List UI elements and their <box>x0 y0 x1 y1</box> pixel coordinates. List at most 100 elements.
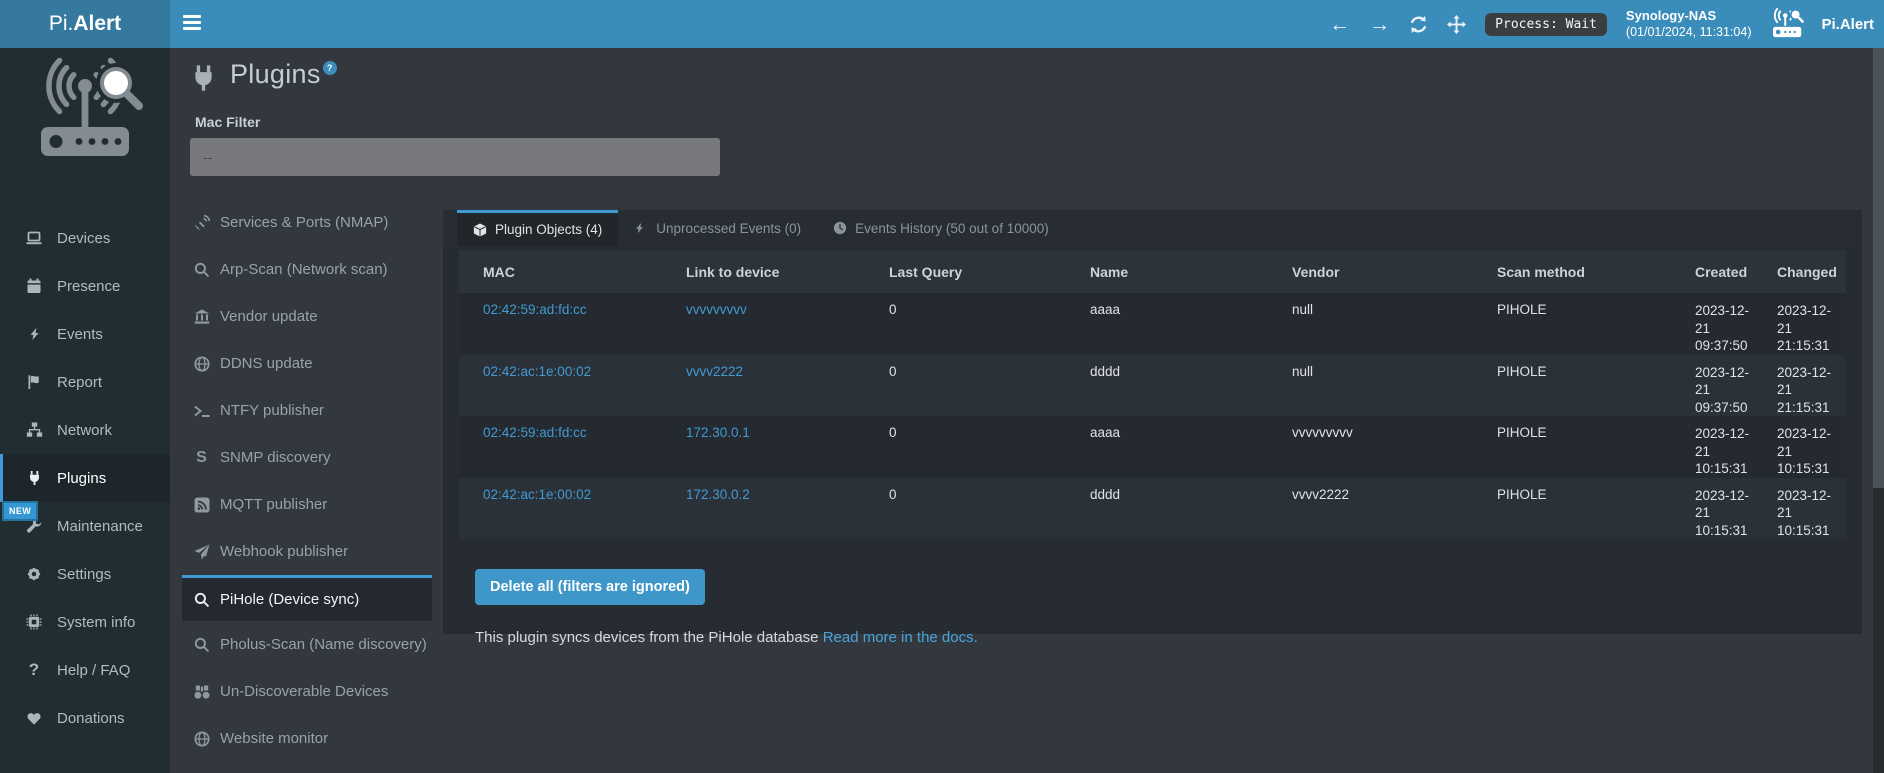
tab-plugin-objects[interactable]: Plugin Objects (4) <box>457 210 618 246</box>
delete-all-button[interactable]: Delete all (filters are ignored) <box>475 569 705 605</box>
help-badge[interactable]: ? <box>323 61 337 75</box>
plugin-objects-table: MAC Link to device Last Query Name Vendo… <box>459 250 1846 539</box>
plugin-nav-label: Vendor update <box>220 308 318 325</box>
host-datetime: (01/01/2024, 11:31:04) <box>1626 24 1752 40</box>
device-link[interactable]: vvvv2222 <box>686 364 743 379</box>
vendor-cell: null <box>1280 355 1485 417</box>
col-header-created: Created <box>1683 250 1765 293</box>
vendor-cell: vvvvvvvvv <box>1280 416 1485 478</box>
sidebar-item-report[interactable]: Report <box>0 358 170 406</box>
col-header-changed: Changed <box>1765 250 1846 293</box>
plugin-nav-item-nmap[interactable]: Services & Ports (NMAP) <box>182 199 432 246</box>
mac-link[interactable]: 02:42:59:ad:fd:cc <box>483 302 587 317</box>
plugin-nav-item-snmp[interactable]: S SNMP discovery <box>182 434 432 481</box>
refresh-icon[interactable] <box>1409 15 1428 34</box>
process-status-badge: Process: Wait <box>1485 13 1607 36</box>
plugin-nav-label: MQTT publisher <box>220 496 327 513</box>
paper-plane-icon <box>192 543 211 560</box>
plugin-nav-item-pholus[interactable]: Pholus-Scan (Name discovery) <box>182 621 432 668</box>
laptop-icon <box>24 230 44 247</box>
sitemap-icon <box>24 422 44 439</box>
tab-unprocessed-events[interactable]: Unprocessed Events (0) <box>618 210 817 246</box>
created-cell: 2023-12-2109:37:50 <box>1683 293 1765 355</box>
changed-cell: 2023-12-2121:15:31 <box>1765 355 1846 417</box>
brand-bold: Alert <box>73 12 121 36</box>
table-row: 02:42:59:ad:fd:cc vvvvvvvvv 0 aaaa null … <box>459 293 1846 355</box>
plugin-nav-item-webhook[interactable]: Webhook publisher <box>182 528 432 575</box>
mac-link[interactable]: 02:42:ac:1e:00:02 <box>483 487 591 502</box>
plugin-nav-label: PiHole (Device sync) <box>220 591 359 608</box>
tab-events-history[interactable]: Events History (50 out of 10000) <box>817 210 1065 246</box>
mac-filter-label: Mac Filter <box>195 114 260 130</box>
calendar-icon <box>24 278 44 295</box>
device-link[interactable]: 172.30.0.2 <box>686 487 750 502</box>
search-icon <box>192 591 211 608</box>
move-arrows-icon[interactable] <box>1447 15 1466 34</box>
sidebar-toggle-icon[interactable] <box>183 15 203 33</box>
brand-logo[interactable]: Pi.Alert <box>0 0 170 48</box>
plugin-nav-label: Pholus-Scan (Name discovery) <box>220 636 427 653</box>
plugin-nav-label: Webhook publisher <box>220 543 348 560</box>
sidebar-item-plugins[interactable]: Plugins <box>0 454 170 502</box>
bolt-icon <box>634 221 648 235</box>
pialert-router-logo-icon <box>1770 8 1808 40</box>
created-cell: 2023-12-2110:15:31 <box>1683 416 1765 478</box>
plugin-nav-item-undiscoverable[interactable]: Un-Discoverable Devices <box>182 668 432 715</box>
plugin-nav: Services & Ports (NMAP) Arp-Scan (Networ… <box>182 199 432 762</box>
scrollbar-thumb[interactable] <box>1873 48 1884 488</box>
created-cell: 2023-12-2110:15:31 <box>1683 478 1765 540</box>
col-header-scan-method: Scan method <box>1485 250 1683 293</box>
gear-icon <box>24 566 44 583</box>
terminal-icon <box>192 402 211 419</box>
brand-prefix: Pi. <box>49 12 74 36</box>
device-link[interactable]: 172.30.0.1 <box>686 425 750 440</box>
cube-icon <box>473 223 487 237</box>
plugin-nav-item-vendor-update[interactable]: Vendor update <box>182 293 432 340</box>
name-cell: dddd <box>1078 355 1280 417</box>
plugin-nav-item-arp-scan[interactable]: Arp-Scan (Network scan) <box>182 246 432 293</box>
sidebar-item-network[interactable]: Network <box>0 406 170 454</box>
plugin-panel: Plugin Objects (4) Unprocessed Events (0… <box>443 210 1862 634</box>
tab-label: Plugin Objects (4) <box>495 222 602 237</box>
sidebar-item-settings[interactable]: Settings <box>0 550 170 598</box>
plugin-nav-item-pihole[interactable]: PiHole (Device sync) <box>182 575 432 621</box>
sidebar-item-donations[interactable]: Donations <box>0 694 170 742</box>
col-header-last-query: Last Query <box>877 250 1078 293</box>
sidebar-item-system-info[interactable]: System info <box>0 598 170 646</box>
sidebar-item-presence[interactable]: Presence <box>0 262 170 310</box>
university-icon <box>192 308 211 325</box>
tab-label: Unprocessed Events (0) <box>656 221 801 236</box>
plugin-description: This plugin syncs devices from the PiHol… <box>475 629 1862 646</box>
back-arrow-icon[interactable]: ← <box>1329 14 1350 35</box>
plugin-nav-item-ddns-update[interactable]: DDNS update <box>182 340 432 387</box>
top-navbar: Pi.Alert ← → Process: Wait Synology-NAS … <box>0 0 1884 48</box>
mac-link[interactable]: 02:42:59:ad:fd:cc <box>483 425 587 440</box>
sidebar-item-devices[interactable]: Devices <box>0 214 170 262</box>
table-row: 02:42:ac:1e:00:02 172.30.0.2 0 dddd vvvv… <box>459 478 1846 540</box>
forward-arrow-icon[interactable]: → <box>1369 14 1390 35</box>
table-header-row: MAC Link to device Last Query Name Vendo… <box>459 250 1846 293</box>
sidebar-menu: Devices Presence Events Report Network <box>0 214 170 742</box>
vendor-cell: null <box>1280 293 1485 355</box>
plugin-nav-item-mqtt[interactable]: MQTT publisher <box>182 481 432 528</box>
sidebar-router-logo <box>25 56 145 166</box>
created-cell: 2023-12-2109:37:50 <box>1683 355 1765 417</box>
changed-cell: 2023-12-2121:15:31 <box>1765 293 1846 355</box>
plugin-nav-label: NTFY publisher <box>220 402 324 419</box>
sidebar-item-events[interactable]: Events <box>0 310 170 358</box>
last-query-cell: 0 <box>877 478 1078 540</box>
plugin-nav-item-website-monitor[interactable]: Website monitor <box>182 715 432 762</box>
rss-icon <box>192 496 211 513</box>
maintenance-new-badge: NEW <box>2 501 38 521</box>
plugin-nav-item-ntfy[interactable]: NTFY publisher <box>182 387 432 434</box>
col-header-name: Name <box>1078 250 1280 293</box>
sidebar-item-label: Donations <box>57 710 125 727</box>
mac-filter-input[interactable]: -- <box>190 138 720 176</box>
mac-link[interactable]: 02:42:ac:1e:00:02 <box>483 364 591 379</box>
scan-method-cell: PIHOLE <box>1485 478 1683 540</box>
read-docs-link[interactable]: Read more in the docs. <box>823 629 978 646</box>
plugin-nav-label: SNMP discovery <box>220 449 331 466</box>
globe-icon <box>192 355 211 372</box>
device-link[interactable]: vvvvvvvvv <box>686 302 747 317</box>
sidebar-item-help-faq[interactable]: ? Help / FAQ <box>0 646 170 694</box>
